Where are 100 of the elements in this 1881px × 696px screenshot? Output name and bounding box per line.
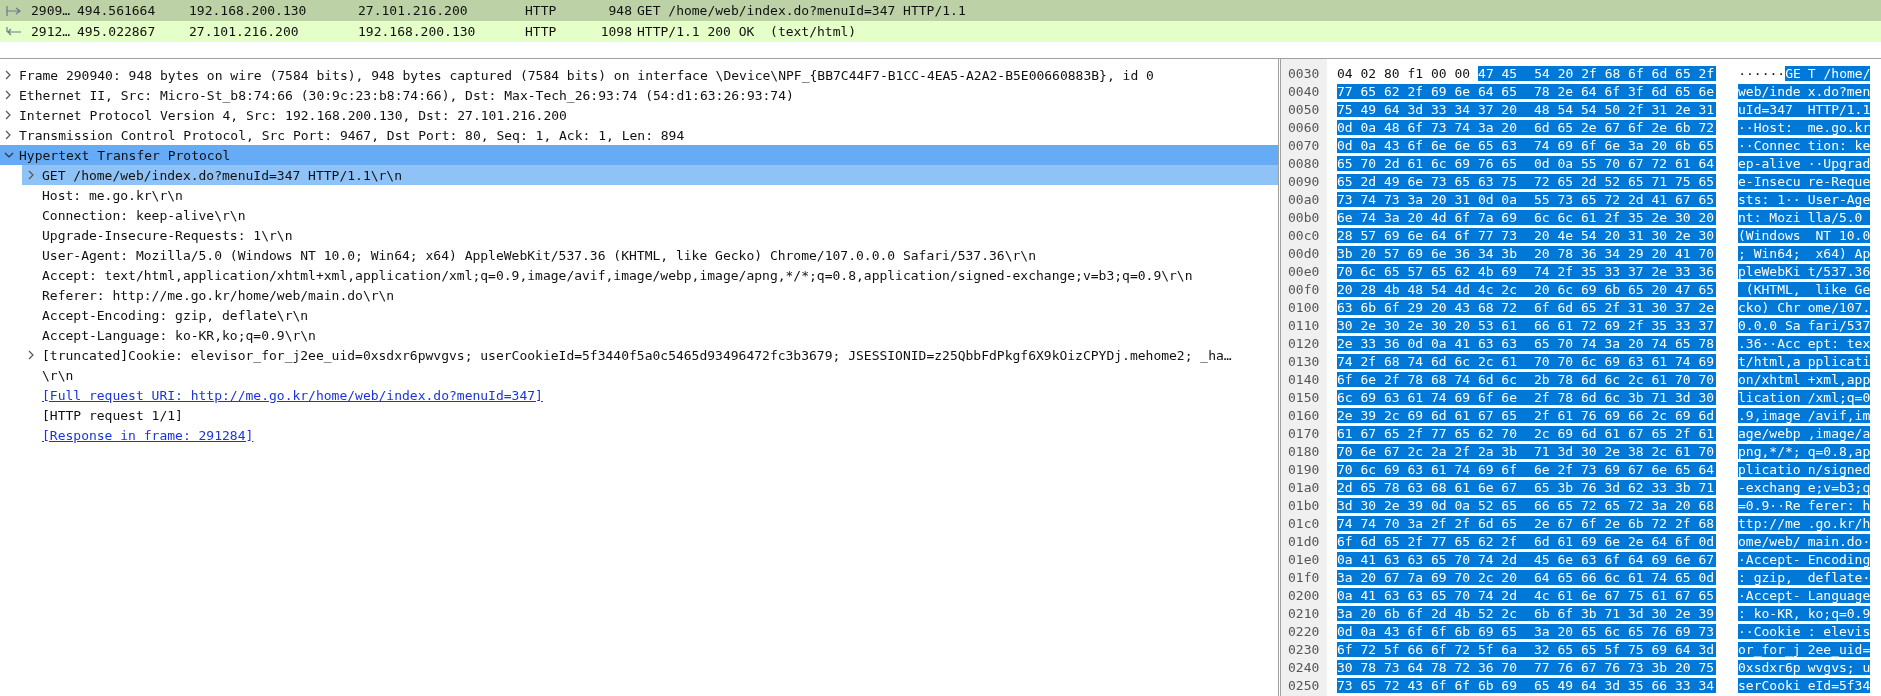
hex-bytes: 47 45 (1478, 65, 1527, 81)
tree-row[interactable]: Referer: http://me.go.kr/home/web/main.do\r\n (0, 285, 1278, 305)
ascii-text: 2ee_uid= (1800, 641, 1871, 657)
byte-offset: 0210 (1287, 605, 1321, 621)
hex-bytes: 0d 0a 48 6f 73 74 3a 20 (1337, 119, 1526, 135)
tree-row[interactable]: Transmission Control Protocol, Src Port: 9467, Dst Port: 80, Seq: 1, Ack: 1, Len: 894 (0, 125, 1278, 145)
hex-bytes: 65 70 2d 61 6c 69 76 65 (1337, 155, 1526, 171)
chevron-right-icon[interactable] (27, 350, 35, 360)
arrow-left-icon (6, 26, 22, 37)
ascii-text: wvgvs; u (1800, 659, 1871, 675)
packet-length: 1098 (599, 24, 632, 39)
chevron-right-icon[interactable] (4, 70, 12, 80)
byte-offset: 0200 (1287, 587, 1321, 603)
hex-bytes: 6b 6f 3b 71 3d 30 2e 39 (1526, 605, 1717, 621)
ascii-text: ferer: h (1800, 497, 1871, 513)
tree-row[interactable]: [truncated]Cookie: elevisor_for_j2ee_uid=0xsdxr6pwvgvs; userCookieId=5f3440f5a0c5465d93496472fc3b3679; JSESSIONID=z25QbbFdPkgf6X9kOizCPYDj.mehome2; _ha… (0, 345, 1278, 365)
tree-row[interactable]: Ethernet II, Src: Micro-St_b8:74:66 (30:9c:23:b8:74:66), Dst: Max-Tech_26:93:74 (54:d1:63:26:93:74) (0, 85, 1278, 105)
packet-number: 2909… (31, 3, 72, 18)
tree-row[interactable]: [HTTP request 1/1] (0, 405, 1278, 425)
hex-bytes: 30 2e 30 2e 30 20 53 61 (1337, 317, 1526, 333)
tree-row[interactable]: \r\n (0, 365, 1278, 385)
hex-bytes: 6f 6d 65 2f 31 30 37 2e (1526, 299, 1717, 315)
ascii-text: age/webp (1738, 425, 1801, 441)
hex-bytes: 61 67 65 2f 77 65 62 70 (1337, 425, 1526, 441)
tree-row[interactable]: [Response in frame: 291284] (0, 425, 1278, 445)
tree-row[interactable]: Connection: keep-alive\r\n (0, 205, 1278, 225)
field-text: [truncated]Cookie: elevisor_for_j2ee_uid=0xsdxr6pwvgvs; userCookieId=5f3440f5a0c5465d93496472fc3b3679; JSESSIONID=z25QbbFdPkgf6X9kOizCPYDj.mehome2; _ha… (42, 347, 1232, 363)
byte-offset: 01f0 (1287, 569, 1321, 585)
packet-info: GET /home/web/index.do?menuId=347 HTTP/1.1 (636, 3, 966, 18)
hex-bytes: 28 57 69 6e 64 6f 77 73 (1337, 227, 1526, 243)
tree-row[interactable]: User-Agent: Mozilla/5.0 (Windows NT 10.0; Win64; x64) AppleWebKit/537.36 (KHTML, like Gecko) Chrome/107.0.0.0 Safari/537.36\r\n (0, 245, 1278, 265)
byte-offset: 01a0 (1287, 479, 1321, 495)
tree-row[interactable]: Frame 290940: 948 bytes on wire (7584 bits), 948 bytes captured (7584 bits) on interface \Device\NPF_{BB7C44F7-B1CC-4EA5-A2A2-B5E00660883B}, id 0 (0, 65, 1278, 85)
ascii-text: 0.0.0 Sa (1738, 317, 1801, 333)
byte-offset: 0100 (1287, 299, 1321, 315)
byte-offset: 0080 (1287, 155, 1321, 171)
tree-row[interactable]: Accept-Language: ko-KR,ko;q=0.9\r\n (0, 325, 1278, 345)
ascii-text: web/inde (1738, 83, 1801, 99)
hex-bytes: 0d 0a 55 70 67 72 61 64 (1526, 155, 1717, 171)
ascii-text: tion: ke (1800, 137, 1871, 153)
byte-offset: 0140 (1287, 371, 1321, 387)
byte-offset: 0250 (1287, 677, 1321, 693)
ascii-text: t/html,a (1738, 353, 1801, 369)
chevron-right-icon[interactable] (4, 110, 12, 120)
hex-bytes: 6e 2f 73 69 67 6e 65 64 (1526, 461, 1717, 477)
frame-link[interactable]: [Response in frame: 291284] (42, 427, 254, 443)
destination-address: 192.168.200.130 (358, 24, 477, 39)
hex-bytes: 73 65 72 43 6f 6f 6b 69 (1337, 677, 1526, 693)
field-text: Host: me.go.kr\r\n (42, 187, 183, 203)
hex-bytes: 6d 65 2e 67 6f 2e 6b 72 (1526, 119, 1717, 135)
hex-bytes: 64 65 66 6c 61 74 65 0d (1526, 569, 1717, 585)
arrow-right-icon (6, 5, 22, 16)
ascii-text: ome/web/ (1738, 533, 1801, 549)
hex-bytes: 2f 61 76 69 66 2c 69 6d (1526, 407, 1717, 423)
hex-bytes: 55 73 65 72 2d 41 67 65 (1526, 191, 1717, 207)
ascii-text: sts: 1·· (1738, 191, 1801, 207)
hex-bytes: 20 6c 69 6b 65 20 47 65 (1526, 281, 1717, 297)
ascii-text: plicatio (1738, 461, 1801, 477)
hex-bytes: 0a 41 63 63 65 70 74 2d (1337, 587, 1526, 603)
hex-bytes: 4c 61 6e 67 75 61 67 65 (1526, 587, 1717, 603)
hex-bytes: 30 78 73 64 78 72 36 70 (1337, 659, 1526, 675)
hex-bytes: 65 49 64 3d 35 66 33 34 (1526, 677, 1717, 693)
chevron-right-icon[interactable] (27, 170, 35, 180)
ascii-text: ······ (1738, 65, 1786, 81)
tree-row[interactable]: Host: me.go.kr\r\n (0, 185, 1278, 205)
ascii-text: fari/537 (1800, 317, 1871, 333)
field-text: [HTTP request 1/1] (42, 407, 183, 423)
frame-link[interactable]: [Full request URI: http://me.go.kr/home/web/index.do?menuId=347] (42, 387, 543, 403)
ascii-text: ko;q=0.9 (1800, 605, 1871, 621)
ascii-text: Encoding (1800, 551, 1871, 567)
hex-bytes: 70 6c 65 57 65 62 4b 69 (1337, 263, 1526, 279)
ascii-text: t/537.36 (1800, 263, 1871, 279)
byte-offset: 00b0 (1287, 209, 1321, 225)
byte-offset: 0160 (1287, 407, 1321, 423)
byte-offset: 0180 (1287, 443, 1321, 459)
ascii-text: lla/5.0 (1800, 209, 1871, 225)
hex-bytes: 65 3b 76 3d 62 33 3b 71 (1526, 479, 1717, 495)
hex-bytes: 2f 78 6d 6c 3b 71 3d 30 (1526, 389, 1717, 405)
tree-row[interactable]: Hypertext Transfer Protocol (0, 145, 1278, 165)
tree-row[interactable]: Internet Protocol Version 4, Src: 192.168.200.130, Dst: 27.101.216.200 (0, 105, 1278, 125)
chevron-right-icon[interactable] (4, 130, 12, 140)
chevron-right-icon[interactable] (4, 90, 12, 100)
ascii-text: (KHTML, (1738, 281, 1801, 297)
byte-offset: 00a0 (1287, 191, 1321, 207)
byte-offset: 0130 (1287, 353, 1321, 369)
tree-row[interactable]: Accept: text/html,application/xhtml+xml,application/xml;q=0.9,image/avif,image/webp,image/apng,*/*;q=0.8,application/signed-exchange;v=b3;q=0.9\r\n (0, 265, 1278, 285)
ascii-text: NT 10.0 (1800, 227, 1871, 243)
tree-row[interactable]: Upgrade-Insecure-Requests: 1\r\n (0, 225, 1278, 245)
tree-row[interactable]: [Full request URI: http://me.go.kr/home/web/index.do?menuId=347] (0, 385, 1278, 405)
tree-row[interactable]: Accept-Encoding: gzip, deflate\r\n (0, 305, 1278, 325)
ascii-text: lication (1738, 389, 1801, 405)
packet-row[interactable]: 2909… 494.561664 192.168.200.130 27.101.216.200 HTTP 948 GET /home/web/index.do?menuId=347 HTTP/1.1 (0, 0, 1881, 21)
chevron-down-icon[interactable] (4, 151, 14, 159)
hex-bytes: 32 65 65 5f 75 69 64 3d (1526, 641, 1717, 657)
field-text: Frame 290940: 948 bytes on wire (7584 bits), 948 bytes captured (7584 bits) on interface \Device\NPF_{BB7C44F7-B1CC-4EA5-A2A2-B5E00660883B}, id 0 (19, 67, 1154, 83)
ascii-text: x.do?men (1800, 83, 1871, 99)
packet-row[interactable]: 2912… 495.022867 27.101.216.200 192.168.200.130 HTTP 1098 HTTP/1.1 200 OK (text/html) (0, 21, 1881, 42)
byte-offset: 0170 (1287, 425, 1321, 441)
byte-offset: 0060 (1287, 119, 1321, 135)
hex-bytes: 74 69 6f 6e 3a 20 6b 65 (1526, 137, 1717, 153)
